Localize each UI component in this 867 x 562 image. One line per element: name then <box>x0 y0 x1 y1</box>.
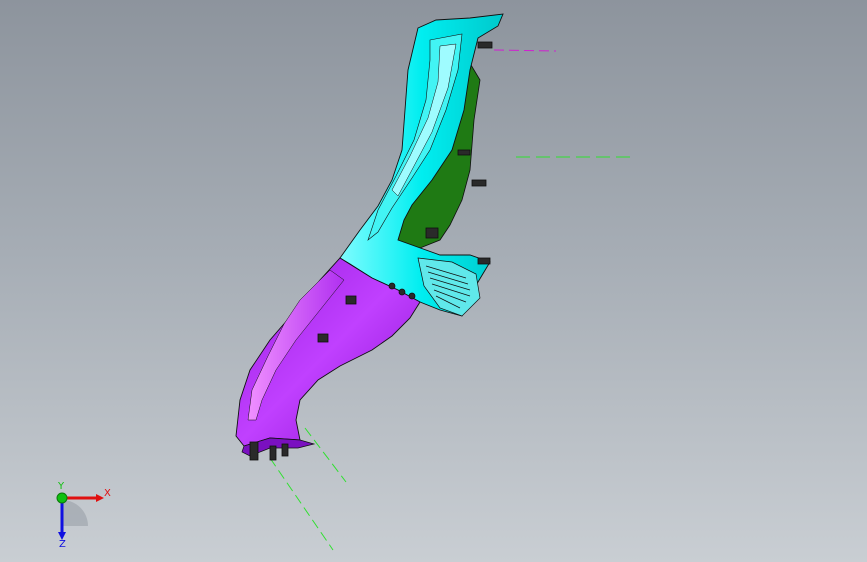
coordinate-triad: X Y Z <box>56 481 111 548</box>
3d-part-model[interactable] <box>0 0 867 562</box>
graphics-viewport[interactable]: X Y Z <box>0 0 867 562</box>
x-axis-label: X <box>104 488 111 499</box>
centerline-green-3 <box>269 457 334 551</box>
y-axis-label: Y <box>57 481 65 492</box>
centerline-magenta <box>493 49 557 52</box>
y-axis-origin <box>56 492 68 504</box>
z-axis-label: Z <box>59 539 66 548</box>
centerline-green-2 <box>304 427 347 483</box>
